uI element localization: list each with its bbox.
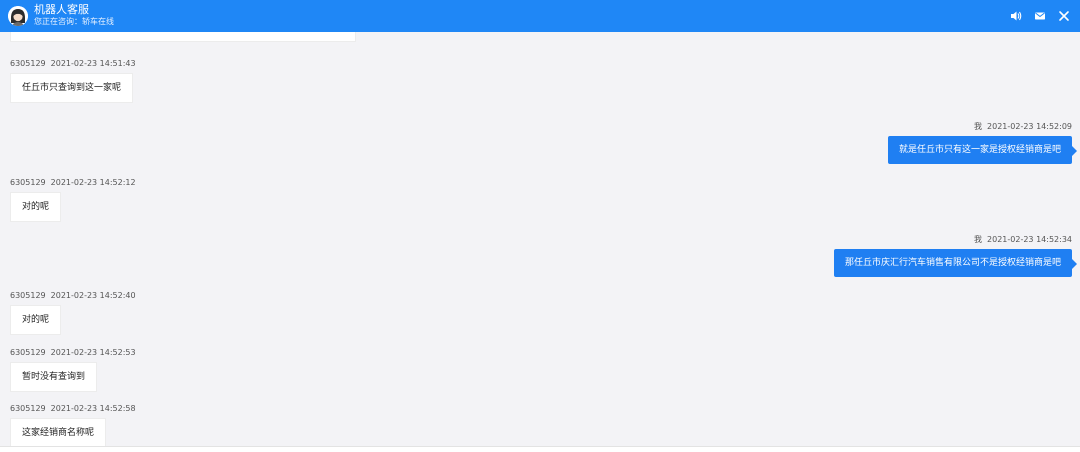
message-sender: 我	[974, 235, 983, 244]
message-meta: 6305129 2021-02-23 14:52:53	[10, 348, 136, 358]
message-sender: 6305129	[10, 178, 46, 187]
message-sender: 6305129	[10, 59, 46, 68]
agent-message-bubble: 任丘市只查询到这一家呢	[10, 73, 134, 103]
message-meta: 6305129 2021-02-23 14:52:12	[10, 178, 136, 188]
chat-message-list[interactable]: 6305129 2021-02-23 14:51:43 任丘市只查询到这一家呢 我…	[0, 0, 1080, 446]
message-time: 2021-02-23 14:52:09	[987, 122, 1072, 131]
close-icon[interactable]	[1056, 8, 1072, 24]
message-sender: 我	[974, 122, 983, 131]
agent-message-bubble: 对的呢	[10, 192, 62, 222]
message-meta: 我 2021-02-23 14:52:34	[974, 235, 1072, 245]
message-sender: 6305129	[10, 404, 46, 413]
message-meta: 6305129 2021-02-23 14:51:43	[10, 59, 136, 69]
message-time: 2021-02-23 14:52:58	[50, 404, 136, 413]
message-time: 2021-02-23 14:52:12	[50, 178, 136, 187]
header-title: 机器人客服	[34, 3, 89, 16]
header-actions	[1008, 7, 1072, 25]
message-meta: 6305129 2021-02-23 14:52:58	[10, 404, 136, 414]
message-sender: 6305129	[10, 348, 46, 357]
chat-header: 机器人客服 您正在咨询：轿车在线	[0, 0, 1080, 32]
user-message-bubble: 就是任丘市只有这一家是授权经销商是吧	[887, 136, 1078, 164]
avatar	[8, 6, 28, 26]
message-sender: 6305129	[10, 291, 46, 300]
volume-icon[interactable]	[1008, 8, 1024, 24]
message-icon[interactable]	[1032, 8, 1048, 24]
message-time: 2021-02-23 14:51:43	[50, 59, 136, 68]
message-time: 2021-02-23 14:52:40	[50, 291, 136, 300]
message-meta: 6305129 2021-02-23 14:52:40	[10, 291, 136, 301]
agent-message-bubble: 对的呢	[10, 305, 62, 335]
input-area-edge	[0, 446, 1080, 452]
user-message-bubble: 那任丘市庆汇行汽车销售有限公司不是授权经销商是吧	[833, 249, 1078, 277]
message-time: 2021-02-23 14:52:34	[987, 235, 1072, 244]
agent-message-bubble: 这家经销商名称呢	[10, 418, 107, 446]
message-meta: 我 2021-02-23 14:52:09	[974, 122, 1072, 132]
agent-message-bubble: 暂时没有查询到	[10, 362, 98, 392]
header-subtitle: 您正在咨询：轿车在线	[34, 17, 114, 26]
message-time: 2021-02-23 14:52:53	[50, 348, 136, 357]
